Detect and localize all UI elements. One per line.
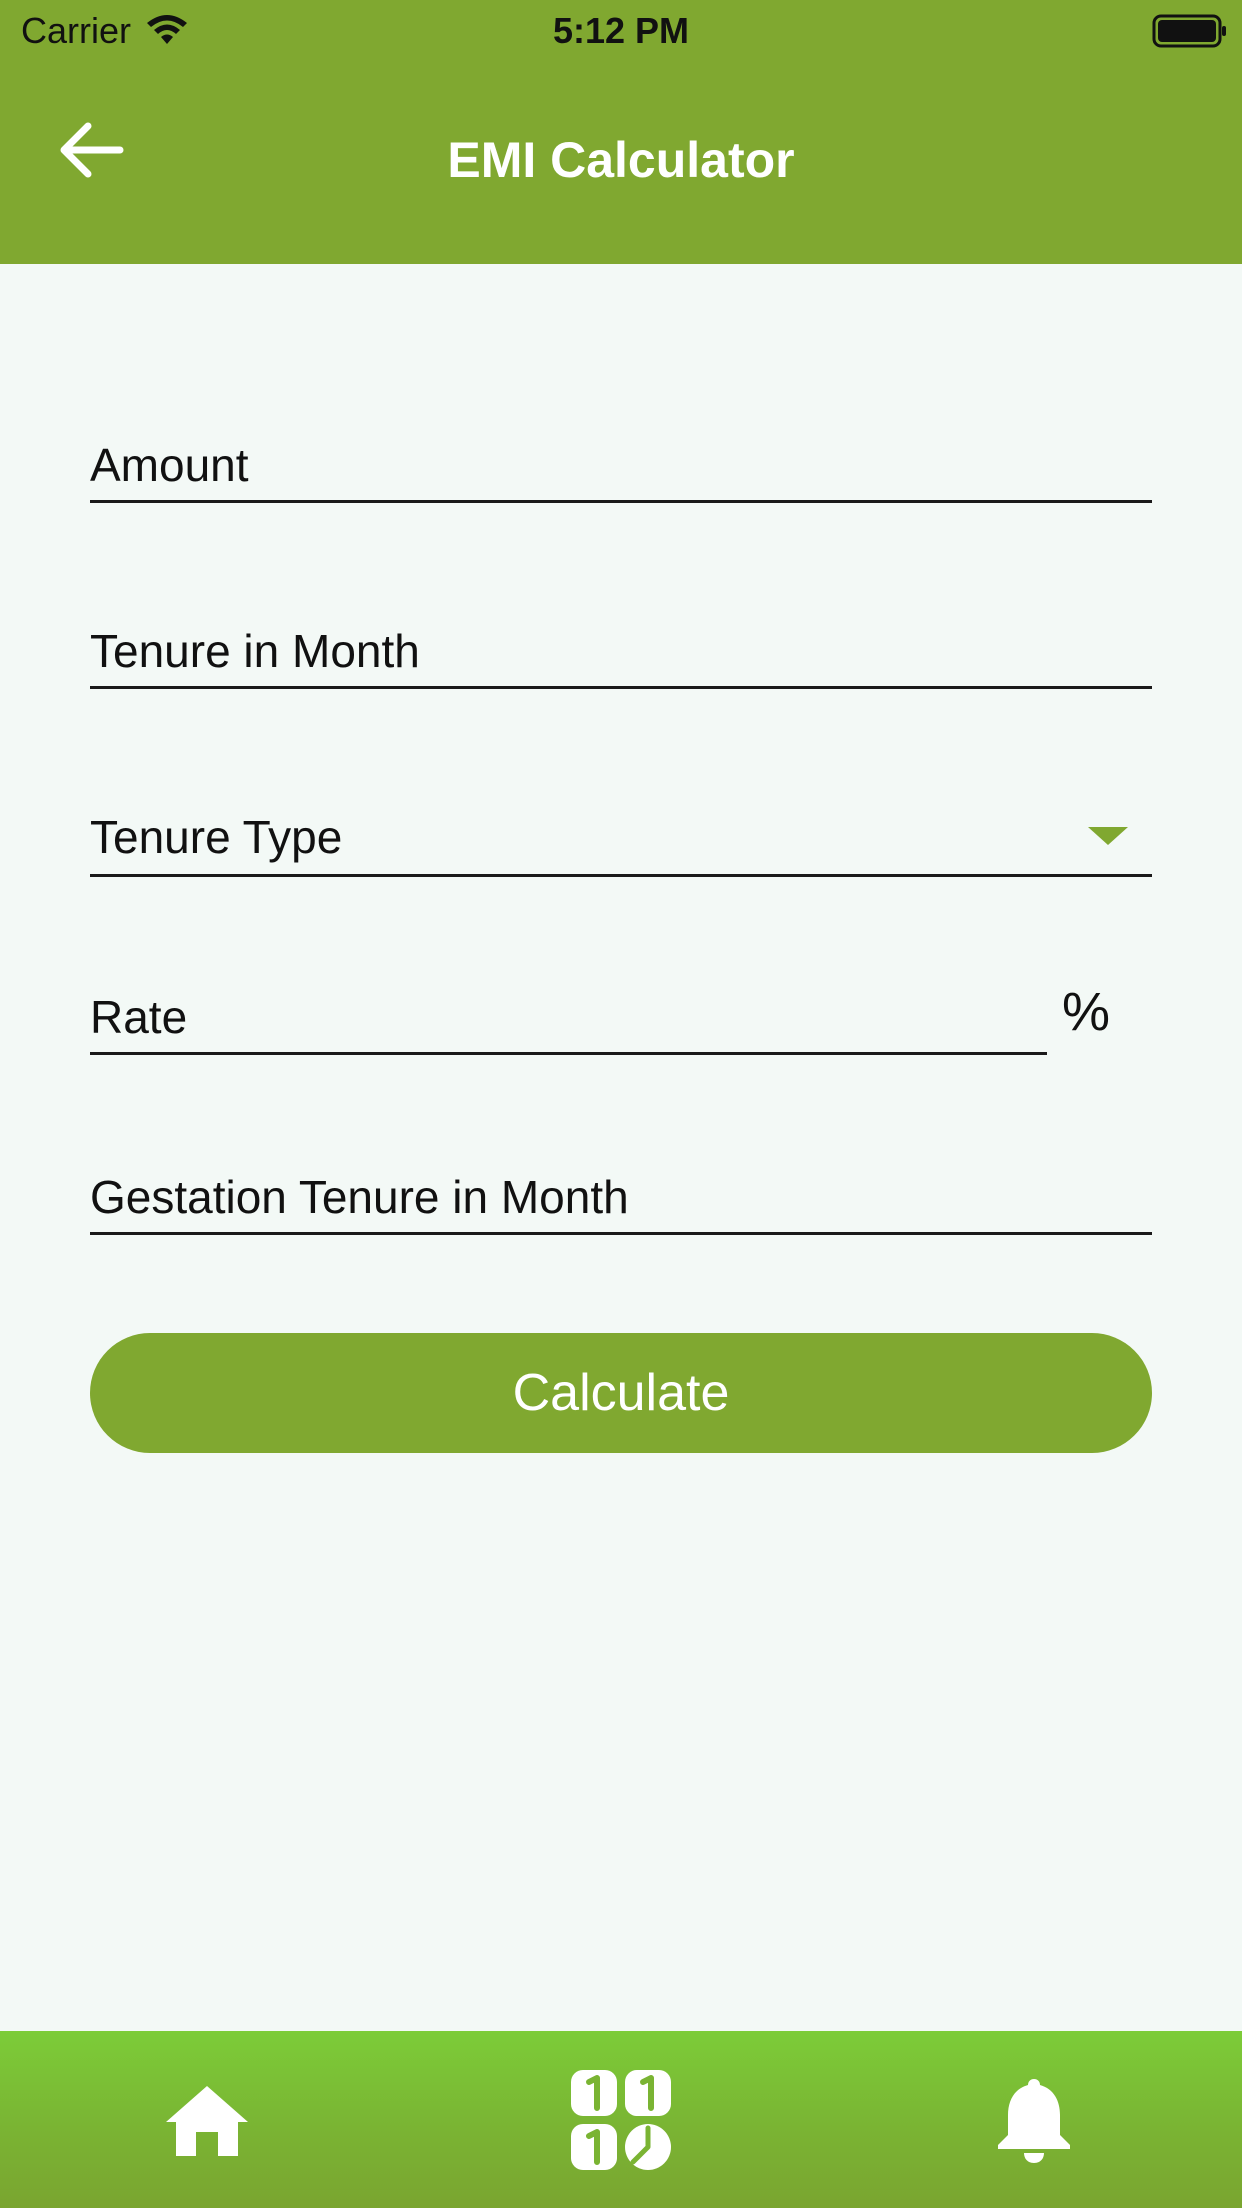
gestation-tenure-input[interactable] <box>90 1162 1152 1232</box>
page-title: EMI Calculator <box>447 132 795 188</box>
calculator-icon <box>571 2069 671 2170</box>
bottom-nav-bar <box>0 2031 1242 2208</box>
percent-suffix: % <box>1062 982 1111 1042</box>
status-time: 5:12 PM <box>552 10 690 51</box>
emi-calculator-screen: Carrier 5:12 PM EMI Calculator Amount Te… <box>0 0 1242 2208</box>
battery-icon <box>1152 14 1226 48</box>
app-header: Carrier 5:12 PM EMI Calculator <box>0 0 1242 264</box>
amount-input[interactable] <box>90 430 1152 500</box>
status-bar: Carrier 5:12 PM <box>0 0 1242 62</box>
tab-home[interactable] <box>117 2031 297 2208</box>
dropdown-arrow-icon <box>1088 827 1128 845</box>
gestation-tenure-field <box>90 1162 1152 1235</box>
tenure-month-field <box>90 616 1152 689</box>
tab-calculator[interactable] <box>531 2031 711 2208</box>
rate-input[interactable] <box>90 982 1047 1052</box>
tab-notifications[interactable] <box>944 2031 1124 2208</box>
calculate-button[interactable]: Calculate <box>90 1333 1152 1453</box>
amount-field <box>90 430 1152 503</box>
tenure-month-input[interactable] <box>90 616 1152 686</box>
tenure-type-label: Tenure Type <box>90 811 343 863</box>
rate-field <box>90 982 1047 1055</box>
home-icon <box>166 2085 248 2156</box>
bell-icon <box>998 2078 1070 2163</box>
tenure-type-select[interactable]: Tenure Type <box>90 799 1152 877</box>
